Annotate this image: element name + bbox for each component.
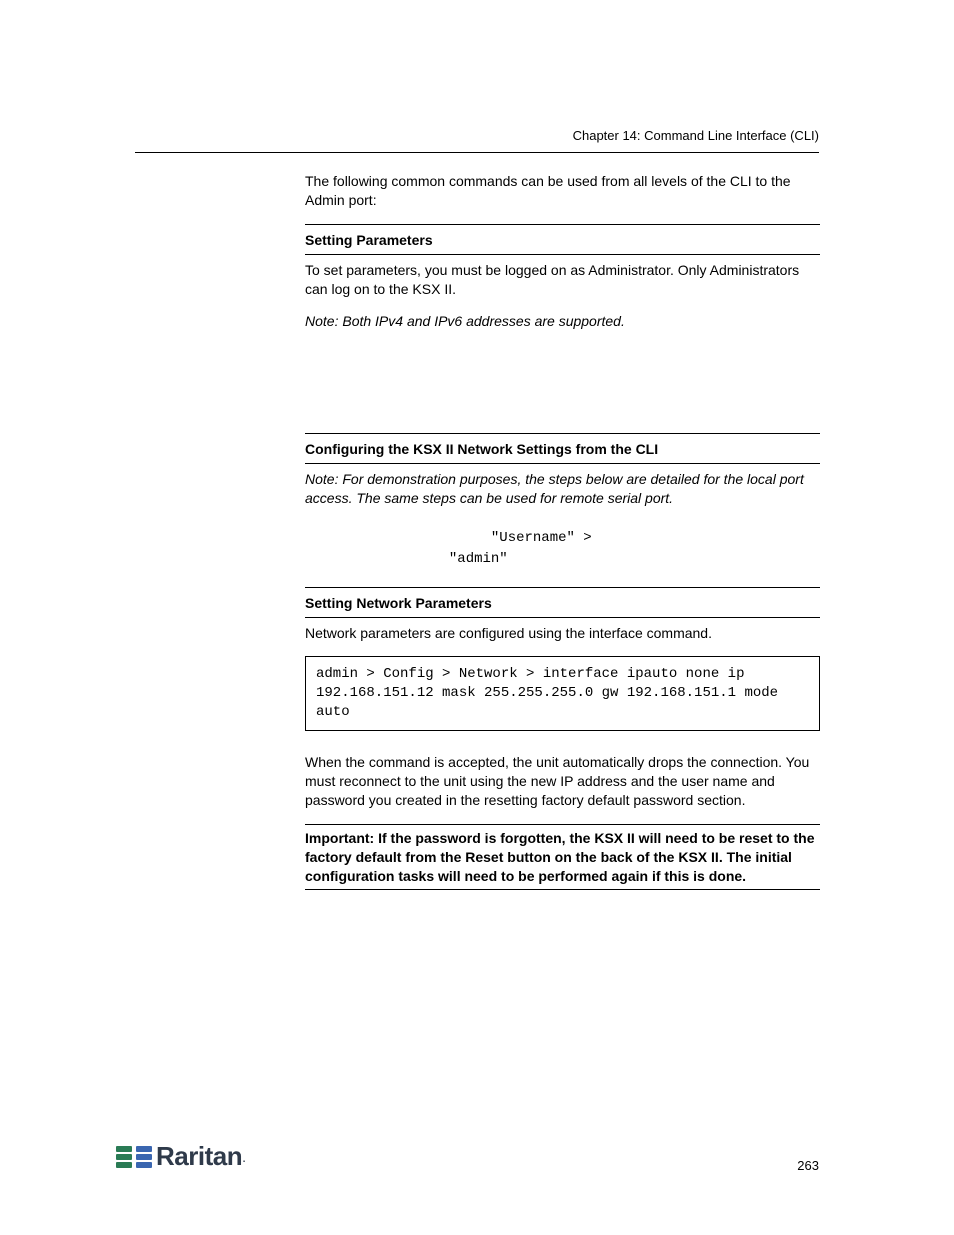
username-prompt: "Username" > (491, 530, 592, 546)
section-rule (305, 254, 820, 255)
config-ip-title: Configuring the KSX II Network Settings … (305, 440, 820, 459)
section-rule (305, 617, 820, 618)
code-box: admin > Config > Network > interface ipa… (305, 656, 820, 731)
chapter-label: Chapter 14: Command Line Interface (CLI) (573, 128, 819, 143)
config-note-text: Note: For demonstration purposes, the st… (305, 471, 804, 506)
important-note: Important: If the password is forgotten,… (305, 824, 820, 891)
section-rule (305, 463, 820, 464)
page-number: 263 (797, 1158, 819, 1173)
note-text: Note: Both IPv4 and IPv6 addresses are s… (305, 312, 820, 331)
brand-logo: Raritan. (116, 1141, 246, 1172)
section-rule (305, 433, 820, 434)
examples-title: Setting Network Parameters (305, 594, 820, 613)
config-note: Note: For demonstration purposes, the st… (305, 470, 820, 568)
section-title: Setting Parameters (305, 231, 820, 250)
examples-tail: When the command is accepted, the unit a… (305, 753, 820, 810)
intro-text: The following common commands can be use… (305, 172, 820, 210)
section-rule (305, 587, 820, 588)
examples-lead: Network parameters are configured using … (305, 624, 820, 643)
header-rule (135, 152, 819, 153)
brand-logo-icon (116, 1144, 152, 1170)
section-rule (305, 224, 820, 225)
page-content: The following common commands can be use… (305, 172, 820, 890)
admin-value: "admin" (449, 551, 508, 567)
section-body: To set parameters, you must be logged on… (305, 261, 820, 299)
brand-logo-text: Raritan (156, 1141, 242, 1172)
brand-logo-dot: . (242, 1149, 246, 1165)
